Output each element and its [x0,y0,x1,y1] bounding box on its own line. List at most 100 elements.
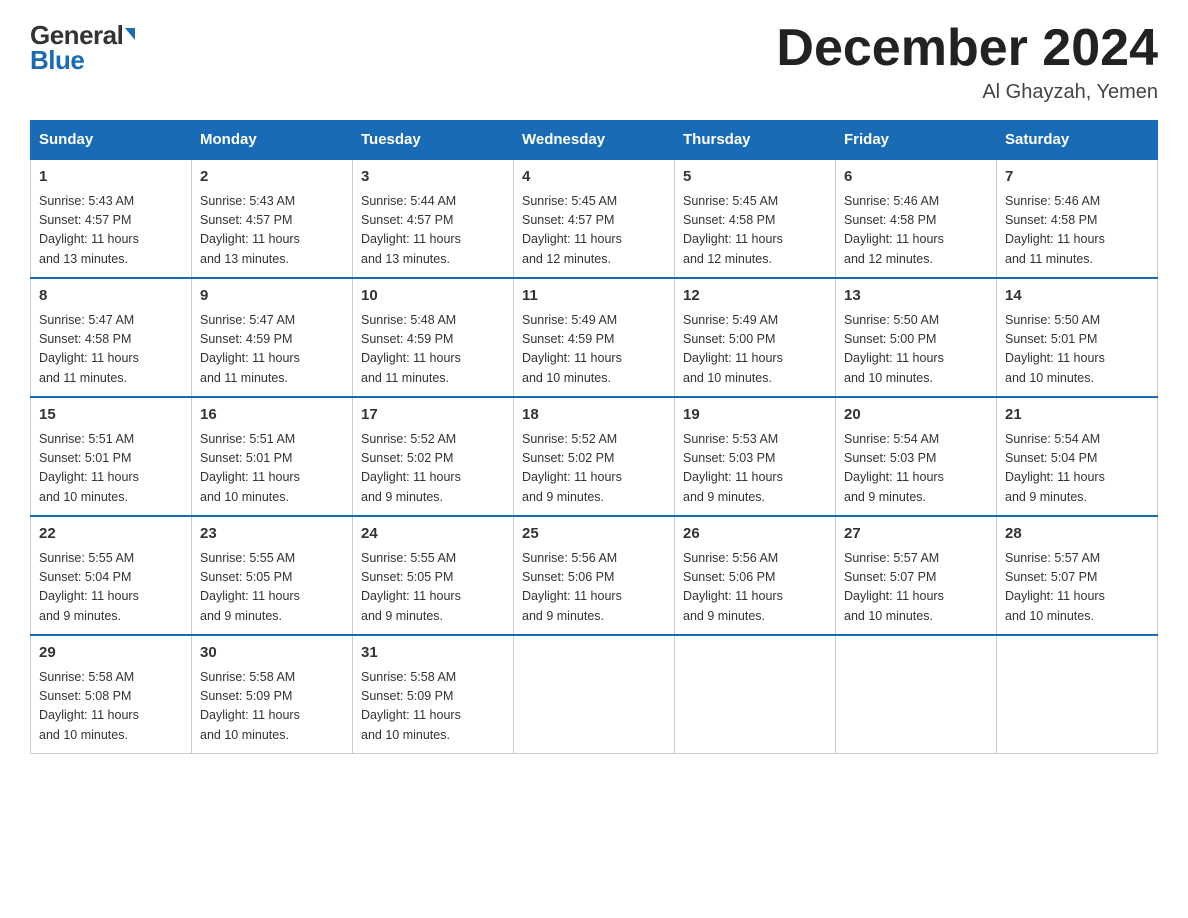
calendar-header: SundayMondayTuesdayWednesdayThursdayFrid… [31,121,1158,160]
day-of-week-header: Friday [836,121,997,160]
calendar-day-cell: 12Sunrise: 5:49 AM Sunset: 5:00 PM Dayli… [675,278,836,397]
calendar-day-cell: 10 Sunrise: 5:48 AM Sunset: 4:59 PM Dayli… [353,278,514,397]
day-number: 19 [683,404,827,427]
day-number: 13 [844,285,988,308]
day-info: Sunrise: 5:52 AM Sunset: 5:02 PM Dayligh… [522,430,666,508]
calendar-day-cell: 30 Sunrise: 5:58 AM Sunset: 5:09 PM Dayli… [192,635,353,754]
calendar-day-cell: 4 Sunrise: 5:45 AM Sunset: 4:57 PM Daylig… [514,159,675,278]
calendar-day-cell: 7 Sunrise: 5:46 AM Sunset: 4:58 PM Daylig… [997,159,1158,278]
day-info: Sunrise: 5:58 AM Sunset: 5:08 PM Dayligh… [39,668,183,746]
calendar-day-cell [997,635,1158,754]
day-info: Sunrise: 5:45 AM Sunset: 4:58 PM Dayligh… [683,192,827,270]
calendar-day-cell: 29 Sunrise: 5:58 AM Sunset: 5:08 PM Dayli… [31,635,192,754]
day-number: 12 [683,285,827,308]
day-info: Sunrise: 5:55 AM Sunset: 5:05 PM Dayligh… [361,549,505,627]
day-info: Sunrise: 5:49 AM Sunset: 4:59 PM Dayligh… [522,311,666,389]
calendar-week-row: 29 Sunrise: 5:58 AM Sunset: 5:08 PM Dayli… [31,635,1158,754]
day-number: 21 [1005,404,1149,427]
calendar-day-cell: 20 Sunrise: 5:54 AM Sunset: 5:03 PM Dayli… [836,397,997,516]
calendar-day-cell: 19 Sunrise: 5:53 AM Sunset: 5:03 PM Dayli… [675,397,836,516]
title-block: December 2024 Al Ghayzah, Yemen [776,20,1158,104]
day-number: 29 [39,642,183,665]
month-title: December 2024 [776,20,1158,77]
calendar-day-cell: 25 Sunrise: 5:56 AM Sunset: 5:06 PM Dayli… [514,516,675,635]
calendar-day-cell: 17 Sunrise: 5:52 AM Sunset: 5:02 PM Dayli… [353,397,514,516]
calendar-day-cell: 18 Sunrise: 5:52 AM Sunset: 5:02 PM Dayli… [514,397,675,516]
day-number: 23 [200,523,344,546]
day-info: Sunrise: 5:43 AM Sunset: 4:57 PM Dayligh… [39,192,183,270]
day-number: 7 [1005,166,1149,189]
day-info: Sunrise: 5:46 AM Sunset: 4:58 PM Dayligh… [1005,192,1149,270]
day-info: Sunrise: 5:54 AM Sunset: 5:04 PM Dayligh… [1005,430,1149,508]
day-number: 10 [361,285,505,308]
day-info: Sunrise: 5:44 AM Sunset: 4:57 PM Dayligh… [361,192,505,270]
day-number: 14 [1005,285,1149,308]
calendar-day-cell: 16Sunrise: 5:51 AM Sunset: 5:01 PM Dayli… [192,397,353,516]
logo-blue-text: Blue [30,45,84,76]
day-info: Sunrise: 5:51 AM Sunset: 5:01 PM Dayligh… [39,430,183,508]
day-info: Sunrise: 5:55 AM Sunset: 5:04 PM Dayligh… [39,549,183,627]
day-number: 20 [844,404,988,427]
calendar-week-row: 22Sunrise: 5:55 AM Sunset: 5:04 PM Dayli… [31,516,1158,635]
day-of-week-header: Thursday [675,121,836,160]
day-number: 2 [200,166,344,189]
day-info: Sunrise: 5:46 AM Sunset: 4:58 PM Dayligh… [844,192,988,270]
calendar-day-cell: 6 Sunrise: 5:46 AM Sunset: 4:58 PM Daylig… [836,159,997,278]
calendar-day-cell [836,635,997,754]
day-number: 28 [1005,523,1149,546]
day-number: 17 [361,404,505,427]
logo: General Blue [30,20,135,76]
calendar-day-cell: 1 Sunrise: 5:43 AM Sunset: 4:57 PM Daylig… [31,159,192,278]
calendar-day-cell: 2 Sunrise: 5:43 AM Sunset: 4:57 PM Daylig… [192,159,353,278]
day-info: Sunrise: 5:52 AM Sunset: 5:02 PM Dayligh… [361,430,505,508]
day-info: Sunrise: 5:56 AM Sunset: 5:06 PM Dayligh… [522,549,666,627]
day-of-week-header: Saturday [997,121,1158,160]
day-info: Sunrise: 5:57 AM Sunset: 5:07 PM Dayligh… [1005,549,1149,627]
logo-arrow-icon [125,28,135,40]
calendar-day-cell: 11Sunrise: 5:49 AM Sunset: 4:59 PM Dayli… [514,278,675,397]
day-info: Sunrise: 5:45 AM Sunset: 4:57 PM Dayligh… [522,192,666,270]
day-info: Sunrise: 5:51 AM Sunset: 5:01 PM Dayligh… [200,430,344,508]
calendar-day-cell: 31 Sunrise: 5:58 AM Sunset: 5:09 PM Dayli… [353,635,514,754]
calendar-day-cell: 13 Sunrise: 5:50 AM Sunset: 5:00 PM Dayli… [836,278,997,397]
day-info: Sunrise: 5:50 AM Sunset: 5:00 PM Dayligh… [844,311,988,389]
days-of-week-row: SundayMondayTuesdayWednesdayThursdayFrid… [31,121,1158,160]
day-info: Sunrise: 5:58 AM Sunset: 5:09 PM Dayligh… [200,668,344,746]
calendar-day-cell: 3 Sunrise: 5:44 AM Sunset: 4:57 PM Daylig… [353,159,514,278]
day-number: 31 [361,642,505,665]
day-number: 27 [844,523,988,546]
day-info: Sunrise: 5:48 AM Sunset: 4:59 PM Dayligh… [361,311,505,389]
day-number: 5 [683,166,827,189]
calendar-day-cell: 21 Sunrise: 5:54 AM Sunset: 5:04 PM Dayli… [997,397,1158,516]
calendar-table: SundayMondayTuesdayWednesdayThursdayFrid… [30,120,1158,754]
day-number: 1 [39,166,183,189]
day-number: 18 [522,404,666,427]
calendar-day-cell: 27 Sunrise: 5:57 AM Sunset: 5:07 PM Dayli… [836,516,997,635]
day-info: Sunrise: 5:57 AM Sunset: 5:07 PM Dayligh… [844,549,988,627]
day-info: Sunrise: 5:47 AM Sunset: 4:58 PM Dayligh… [39,311,183,389]
day-number: 6 [844,166,988,189]
day-number: 15 [39,404,183,427]
calendar-week-row: 1 Sunrise: 5:43 AM Sunset: 4:57 PM Daylig… [31,159,1158,278]
calendar-body: 1 Sunrise: 5:43 AM Sunset: 4:57 PM Daylig… [31,159,1158,754]
day-number: 26 [683,523,827,546]
day-info: Sunrise: 5:47 AM Sunset: 4:59 PM Dayligh… [200,311,344,389]
day-info: Sunrise: 5:50 AM Sunset: 5:01 PM Dayligh… [1005,311,1149,389]
calendar-day-cell: 9Sunrise: 5:47 AM Sunset: 4:59 PM Daylig… [192,278,353,397]
day-number: 4 [522,166,666,189]
day-info: Sunrise: 5:54 AM Sunset: 5:03 PM Dayligh… [844,430,988,508]
page-header: General Blue December 2024 Al Ghayzah, Y… [30,20,1158,104]
day-info: Sunrise: 5:43 AM Sunset: 4:57 PM Dayligh… [200,192,344,270]
calendar-week-row: 8Sunrise: 5:47 AM Sunset: 4:58 PM Daylig… [31,278,1158,397]
day-info: Sunrise: 5:53 AM Sunset: 5:03 PM Dayligh… [683,430,827,508]
calendar-day-cell: 14 Sunrise: 5:50 AM Sunset: 5:01 PM Dayli… [997,278,1158,397]
day-of-week-header: Tuesday [353,121,514,160]
day-number: 30 [200,642,344,665]
calendar-day-cell: 23Sunrise: 5:55 AM Sunset: 5:05 PM Dayli… [192,516,353,635]
day-info: Sunrise: 5:58 AM Sunset: 5:09 PM Dayligh… [361,668,505,746]
calendar-day-cell: 28 Sunrise: 5:57 AM Sunset: 5:07 PM Dayli… [997,516,1158,635]
day-number: 3 [361,166,505,189]
day-of-week-header: Monday [192,121,353,160]
day-number: 25 [522,523,666,546]
location: Al Ghayzah, Yemen [776,81,1158,104]
